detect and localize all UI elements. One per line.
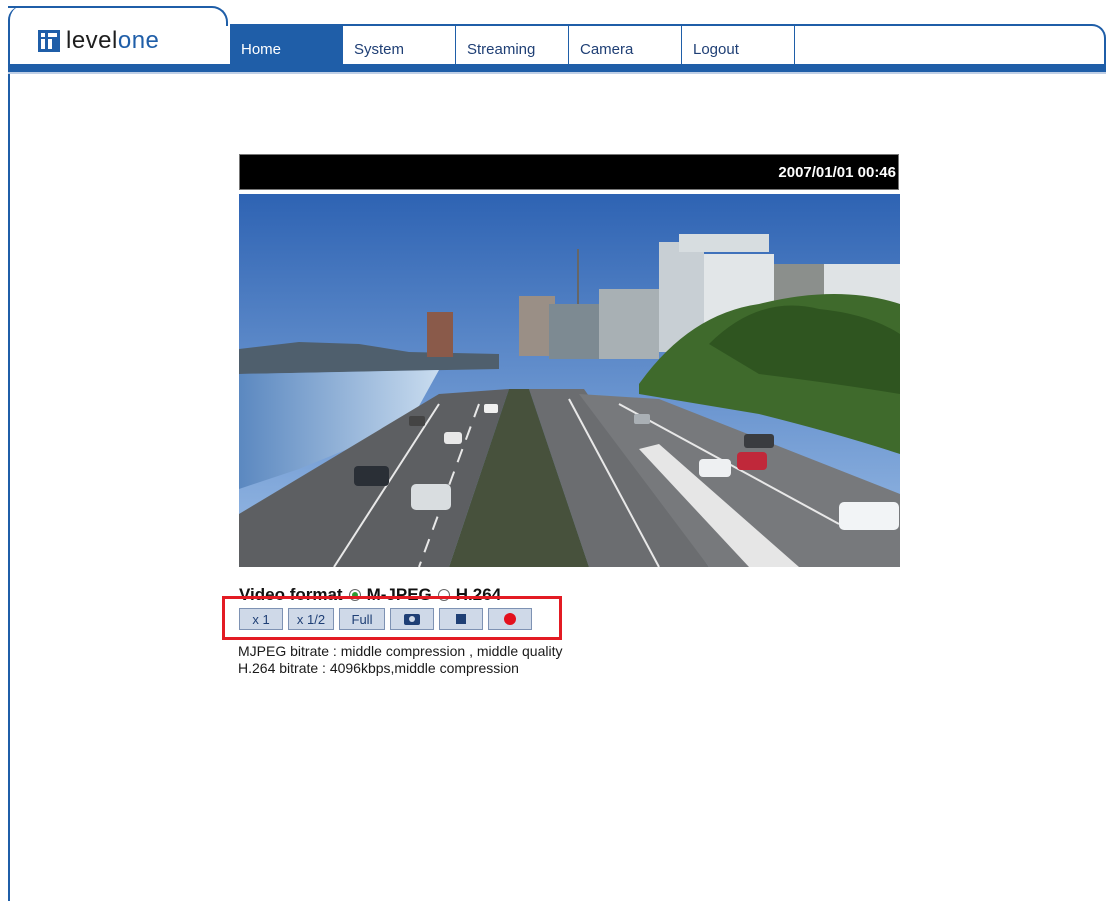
h264-option-label[interactable]: H.264 (456, 585, 501, 605)
tab-camera[interactable]: Camera (569, 26, 682, 64)
zoom-x1-button[interactable]: x 1 (239, 608, 283, 630)
h264-radio[interactable] (437, 589, 450, 601)
tab-home[interactable]: Home (230, 26, 343, 64)
video-frame-image (239, 194, 900, 567)
header-bar-shadow (8, 72, 1106, 74)
mjpeg-option-label[interactable]: M-JPEG (367, 585, 432, 605)
stop-button[interactable] (439, 608, 483, 630)
tab-logout[interactable]: Logout (682, 26, 795, 64)
levelone-logo: levelone (38, 27, 160, 54)
record-button[interactable] (488, 608, 532, 630)
snapshot-button[interactable] (390, 608, 434, 630)
video-timestamp-bar: 2007/01/01 00:46 (239, 154, 899, 190)
camera-icon (404, 613, 420, 625)
mjpeg-radio[interactable] (348, 589, 361, 601)
stop-icon (456, 614, 466, 624)
record-icon (504, 613, 516, 625)
video-timestamp: 2007/01/01 00:46 (778, 163, 896, 181)
video-controls: x 1 x 1/2 Full (239, 608, 532, 630)
live-video-view[interactable] (239, 194, 900, 567)
zoom-half-button[interactable]: x 1/2 (288, 608, 334, 630)
tab-streaming[interactable]: Streaming (456, 26, 569, 64)
logo-text: levelone (66, 27, 160, 54)
tab-system[interactable]: System (343, 26, 456, 64)
logo-mark-icon (38, 30, 60, 52)
mjpeg-bitrate-text: MJPEG bitrate : middle compression , mid… (238, 643, 563, 659)
video-format-label: Video format (239, 585, 343, 604)
main-nav: Home System Streaming Camera Logout (230, 24, 1106, 64)
video-format-selector: Video format M-JPEG H.264 (239, 584, 639, 606)
h264-bitrate-text: H.264 bitrate : 4096kbps,middle compress… (238, 660, 519, 676)
fullscreen-button[interactable]: Full (339, 608, 385, 630)
header-curve (8, 6, 228, 26)
header-bar (8, 64, 1106, 72)
bitrate-info: MJPEG bitrate : middle compression , mid… (238, 643, 562, 677)
